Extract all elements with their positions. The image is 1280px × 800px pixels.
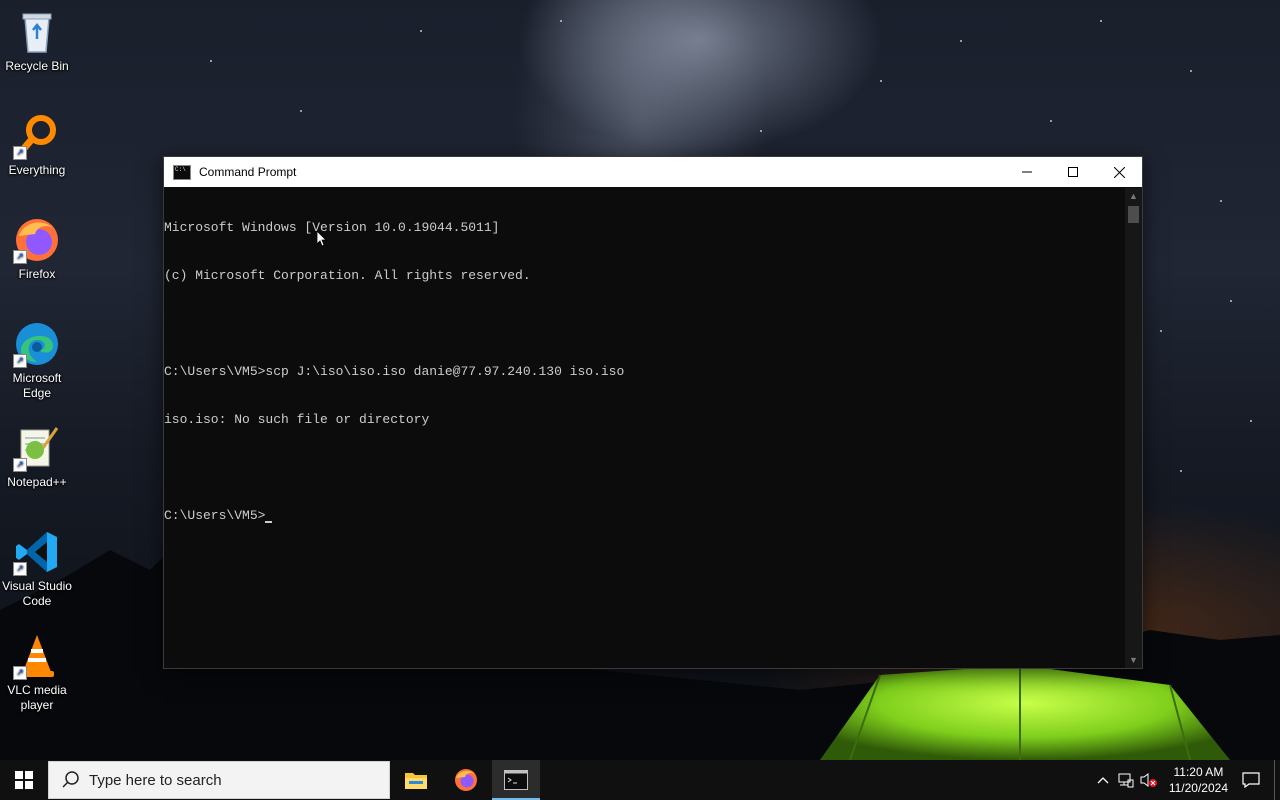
start-button[interactable]: [0, 760, 48, 800]
mouse-pointer-icon: [317, 231, 327, 247]
show-desktop-button[interactable]: [1274, 760, 1280, 800]
desktop-icon-everything[interactable]: ↗ Everything: [0, 112, 74, 178]
console-output[interactable]: Microsoft Windows [Version 10.0.19044.50…: [164, 188, 1124, 668]
shortcut-arrow-icon: ↗: [13, 146, 27, 160]
desktop-icon-label: Notepad++: [7, 475, 67, 489]
shortcut-arrow-icon: ↗: [13, 250, 27, 264]
desktop-icon-vscode[interactable]: ↗ Visual Studio Code: [0, 528, 74, 609]
desktop-icon-vlc[interactable]: ↗ VLC media player: [0, 632, 74, 713]
shortcut-arrow-icon: ↗: [13, 562, 27, 576]
system-tray: 11:20 AM 11/20/2024: [1091, 760, 1280, 800]
text-cursor: [265, 521, 273, 523]
command-prompt-icon: [504, 770, 528, 790]
firefox-icon: [455, 769, 477, 791]
console-prompt-line: C:\Users\VM5>: [164, 508, 1124, 524]
tent-image: [820, 665, 1230, 760]
network-icon: [1118, 773, 1134, 788]
windows-logo-icon: [15, 771, 33, 789]
notepadpp-icon: ↗: [13, 424, 61, 472]
console-line: Microsoft Windows [Version 10.0.19044.50…: [164, 220, 500, 235]
scroll-up-icon[interactable]: ▲: [1125, 188, 1142, 204]
console-line: (c) Microsoft Corporation. All rights re…: [164, 268, 531, 283]
maximize-button[interactable]: [1050, 157, 1096, 187]
vlc-icon: ↗: [13, 632, 61, 680]
everything-search-icon: ↗: [13, 112, 61, 160]
taskbar-app-firefox[interactable]: [442, 760, 490, 800]
taskbar-app-command-prompt[interactable]: [492, 760, 540, 800]
network-button[interactable]: [1115, 760, 1137, 800]
clock[interactable]: 11:20 AM 11/20/2024: [1161, 764, 1236, 796]
edge-icon: ↗: [13, 320, 61, 368]
window-title: Command Prompt: [199, 165, 297, 179]
taskbar-app-file-explorer[interactable]: [392, 760, 440, 800]
desktop-icon-notepadpp[interactable]: ↗ Notepad++: [0, 424, 74, 490]
search-icon: [62, 771, 79, 788]
desktop-icon-label: Visual Studio Code: [2, 579, 72, 608]
desktop-icon-label: Microsoft Edge: [12, 371, 62, 400]
recycle-bin-icon: [13, 8, 61, 56]
desktop-icon-recycle-bin[interactable]: Recycle Bin: [0, 8, 74, 74]
file-explorer-icon: [405, 773, 427, 789]
taskbar-search-box[interactable]: [48, 761, 390, 799]
shortcut-arrow-icon: ↗: [13, 666, 27, 680]
desktop-icon-label: Everything: [8, 163, 66, 177]
notification-icon: [1242, 772, 1260, 788]
volume-button[interactable]: [1137, 760, 1161, 800]
close-icon: [1113, 166, 1125, 178]
firefox-icon: ↗: [13, 216, 61, 264]
command-prompt-icon: [173, 164, 191, 180]
search-input[interactable]: [87, 770, 371, 790]
show-hidden-icons-button[interactable]: [1091, 760, 1115, 800]
vertical-scrollbar[interactable]: ▲ ▼: [1125, 188, 1142, 668]
volume-muted-icon: [1140, 773, 1157, 787]
command-prompt-window[interactable]: Command Prompt Microsoft Windows [Versio…: [163, 156, 1143, 669]
scroll-thumb[interactable]: [1128, 206, 1139, 223]
close-button[interactable]: [1096, 157, 1142, 187]
shortcut-arrow-icon: ↗: [13, 458, 27, 472]
chevron-up-icon: [1097, 777, 1109, 784]
console-line: C:\Users\VM5>scp J:\iso\iso.iso danie@77…: [164, 364, 625, 379]
vscode-icon: ↗: [13, 528, 61, 576]
action-center-button[interactable]: [1236, 760, 1266, 800]
minimize-icon: [1022, 171, 1032, 173]
desktop-icon-label: Firefox: [18, 267, 56, 281]
shortcut-arrow-icon: ↗: [13, 354, 27, 368]
taskbar: 11:20 AM 11/20/2024: [0, 760, 1280, 800]
desktop-icon-edge[interactable]: ↗ Microsoft Edge: [0, 320, 74, 401]
clock-date: 11/20/2024: [1168, 781, 1228, 795]
desktop-icon-label: Recycle Bin: [5, 59, 69, 73]
scroll-down-icon[interactable]: ▼: [1125, 652, 1142, 668]
minimize-button[interactable]: [1004, 157, 1050, 187]
desktop-icon-label: VLC media player: [7, 683, 67, 712]
desktop-icon-firefox[interactable]: ↗ Firefox: [0, 216, 74, 282]
maximize-icon: [1068, 167, 1078, 177]
window-titlebar[interactable]: Command Prompt: [164, 157, 1142, 187]
console-line: iso.iso: No such file or directory: [164, 412, 430, 427]
clock-time: 11:20 AM: [1173, 765, 1224, 779]
console-prompt: C:\Users\VM5>: [164, 508, 266, 523]
